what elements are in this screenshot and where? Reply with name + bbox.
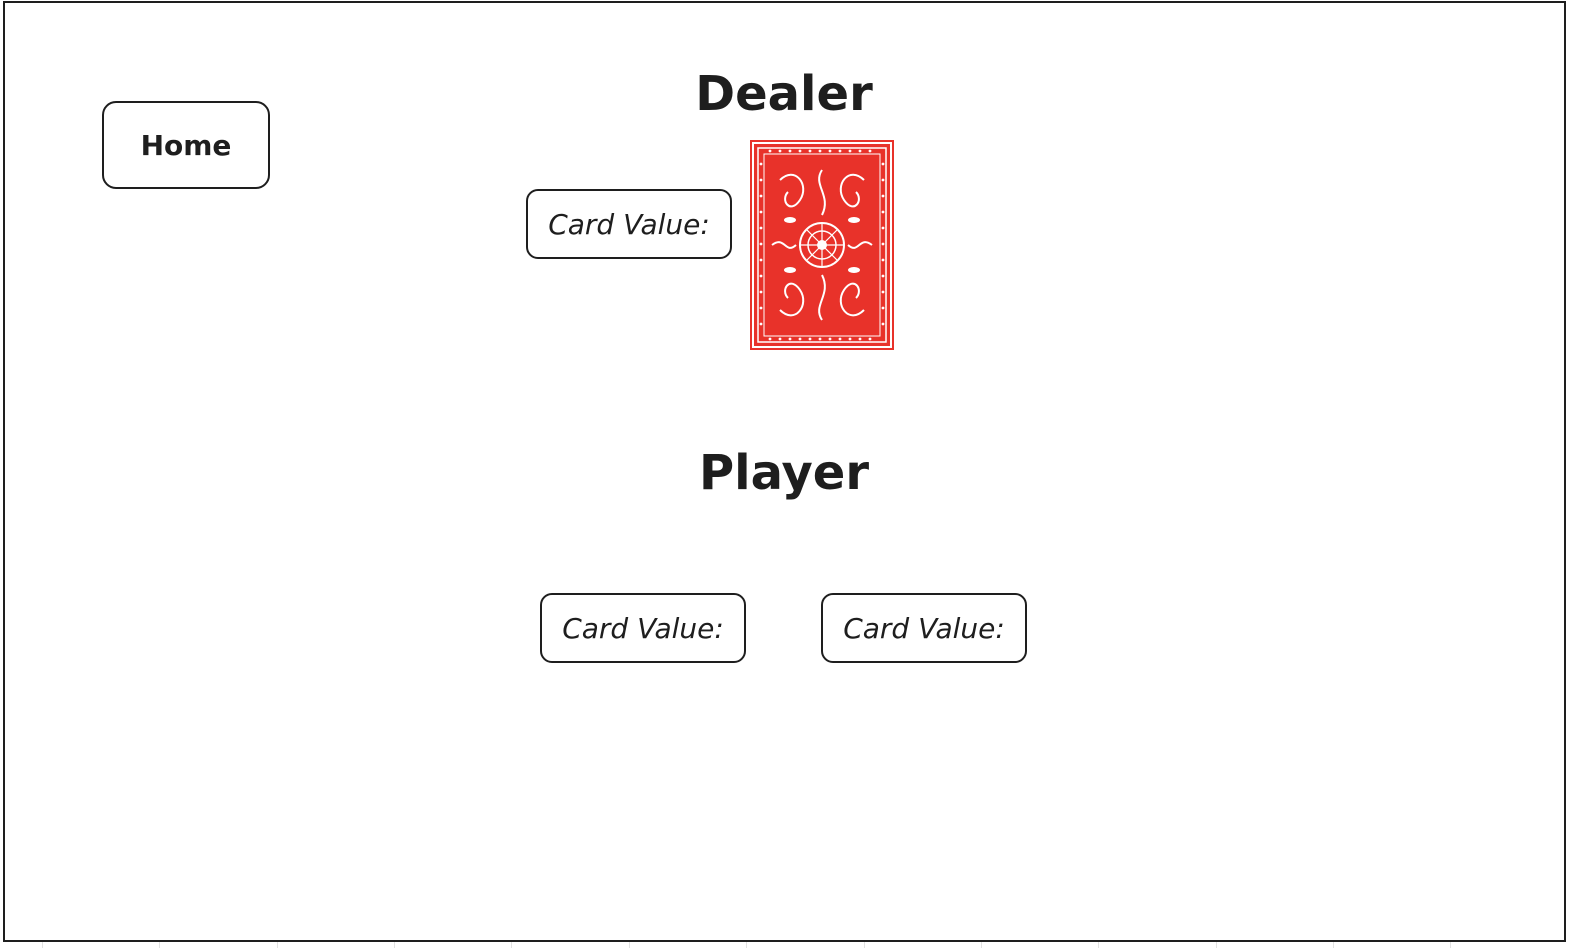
player-card-value-label-2: Card Value:: [843, 611, 1005, 645]
dealer-heading: Dealer: [695, 66, 873, 122]
dealer-card-back: [750, 140, 894, 350]
player-card-value-box-2: Card Value:: [821, 593, 1027, 663]
home-button[interactable]: Home: [102, 101, 270, 189]
player-heading: Player: [698, 445, 870, 501]
player-card-value-label-1: Card Value:: [562, 611, 724, 645]
dealer-card-value-box: Card Value:: [526, 189, 732, 259]
home-button-label: Home: [140, 128, 232, 162]
player-card-value-box-1: Card Value:: [540, 593, 746, 663]
dealer-card-value-label: Card Value:: [548, 207, 710, 241]
